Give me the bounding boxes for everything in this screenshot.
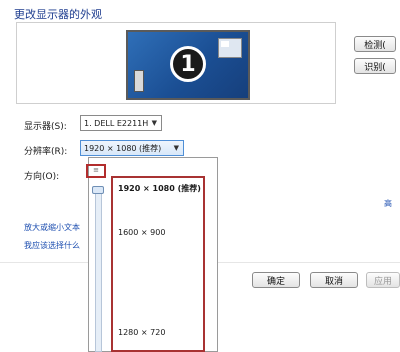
highlight-box-slider [86,164,106,178]
monitor-1-thumbnail[interactable]: 1 [126,30,250,100]
computer-icon [134,70,144,92]
advanced-settings-link[interactable]: 高 [384,198,392,209]
resolution-select-value: 1920 × 1080 (推荐) [84,143,162,153]
highlight-box-options [111,176,205,352]
window-title: 更改显示器的外观 [14,8,102,21]
detect-button[interactable]: 检测( [354,36,396,52]
resolution-select[interactable]: 1920 × 1080 (推荐) ▼ [80,140,184,156]
resolution-slider-thumb[interactable] [92,186,104,194]
resolution-label: 分辨率(R): [24,147,68,157]
display-label: 显示器(S): [24,122,67,132]
identify-button[interactable]: 识别( [354,58,396,74]
display-select[interactable]: 1. DELL E2211H ▼ [80,115,162,131]
which-settings-link[interactable]: 我应该选择什么 [24,240,80,251]
display-select-value: 1. DELL E2211H [84,118,149,128]
monitor-number-badge: 1 [170,46,206,82]
text-size-link[interactable]: 放大或缩小文本 [24,222,80,233]
cancel-button[interactable]: 取消 [310,272,358,288]
chevron-down-icon: ▼ [173,144,179,152]
chevron-down-icon: ▼ [151,119,157,127]
ok-button[interactable]: 确定 [252,272,300,288]
apply-button[interactable]: 应用 [366,272,400,288]
resolution-slider-track[interactable] [95,190,102,352]
orientation-label: 方向(O): [24,172,60,182]
window-icon [218,38,242,58]
